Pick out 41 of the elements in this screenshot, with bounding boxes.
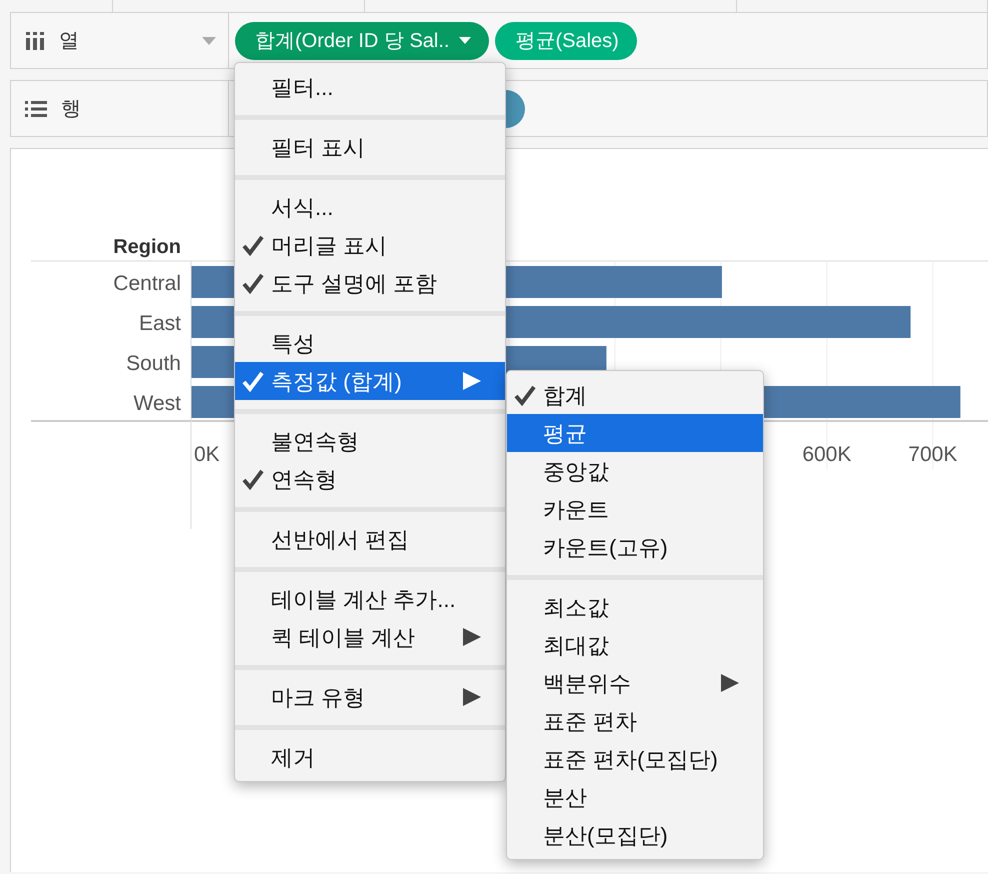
menu-item[interactable]: 백분위수: [507, 664, 763, 702]
menu-item[interactable]: 분산(모집단): [507, 816, 763, 854]
category-label: South: [126, 352, 181, 375]
menu-item[interactable]: 필터 표시: [235, 128, 505, 166]
shelf-label: 열: [59, 28, 80, 54]
shelf-label: 행: [61, 96, 82, 122]
tick-label: 600K: [802, 443, 852, 466]
menu-item[interactable]: 표준 편차(모집단): [507, 740, 763, 778]
menu-item[interactable]: 퀵 테이블 계산: [235, 618, 505, 656]
field-pill[interactable]: 합계(Order ID 당 Sal..: [235, 22, 490, 60]
menu-item[interactable]: 필터...: [235, 68, 505, 106]
caret-icon[interactable]: [459, 37, 472, 44]
tick-label: 700K: [908, 443, 958, 466]
menu-item[interactable]: 합계: [507, 376, 763, 414]
category-label: West: [134, 392, 181, 415]
columns-icon: [25, 32, 45, 50]
dropdown-caret-icon[interactable]: [202, 36, 216, 44]
menu-item[interactable]: 평균: [507, 414, 763, 452]
menu-item[interactable]: 도구 설명에 포함: [235, 264, 505, 302]
menu-item[interactable]: 서식...: [235, 188, 505, 226]
menu-item[interactable]: 최대값: [507, 626, 763, 664]
menu-item[interactable]: 마크 유형: [235, 678, 505, 716]
menu-item[interactable]: 선반에서 편집: [235, 520, 505, 558]
menu-item[interactable]: 테이블 계산 추가...: [235, 580, 505, 618]
menu-item[interactable]: 중앙값: [507, 452, 763, 490]
menu-item[interactable]: 분산: [507, 778, 763, 816]
tick-label: 0K: [194, 443, 220, 466]
category-label: Central: [113, 272, 181, 295]
menu-item[interactable]: 불연속형: [235, 422, 505, 460]
menu-item[interactable]: 카운트(고유): [507, 528, 763, 566]
menu-item[interactable]: 특성: [235, 324, 505, 362]
menu-item[interactable]: 연속형: [235, 460, 505, 498]
menu-item[interactable]: 제거: [235, 738, 505, 776]
menu-item[interactable]: 머리글 표시: [235, 226, 505, 264]
menu-item[interactable]: 표준 편차: [507, 702, 763, 740]
menu-item[interactable]: 최소값: [507, 588, 763, 626]
category-label: East: [138, 312, 181, 335]
menu-item[interactable]: 측정값 (합계): [235, 362, 505, 400]
axis-title: Region: [113, 236, 181, 258]
menu-item[interactable]: 카운트: [507, 490, 763, 528]
rows-icon: [25, 100, 47, 116]
